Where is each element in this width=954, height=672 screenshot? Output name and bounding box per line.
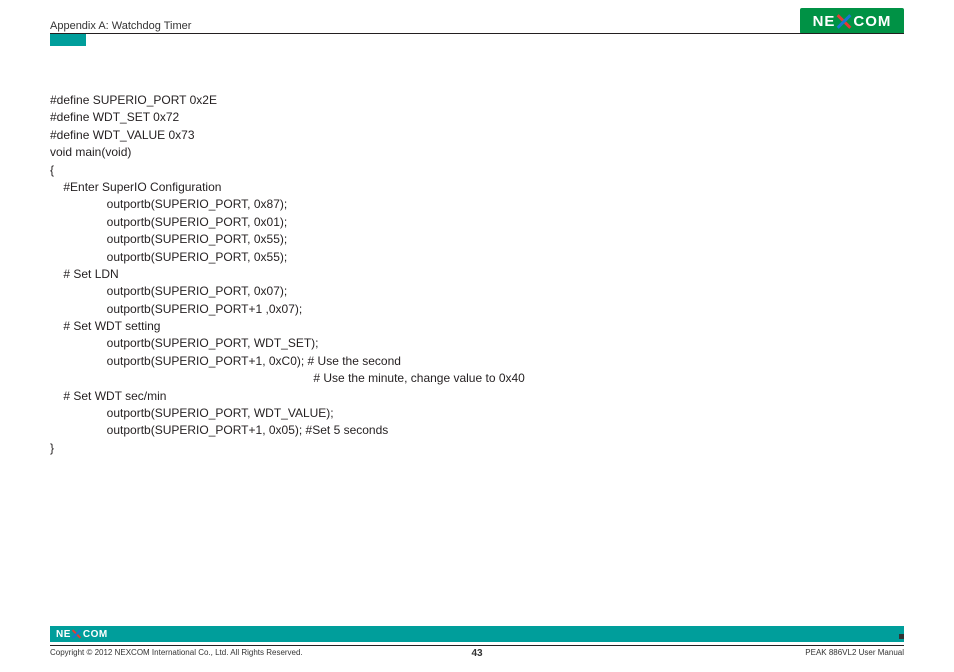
code-line: #define WDT_SET 0x72: [50, 109, 904, 126]
code-line: # Use the minute, change value to 0x40: [50, 370, 904, 387]
logo-x-icon: [836, 13, 852, 29]
logo-right: COM: [853, 13, 891, 30]
code-line: outportb(SUPERIO_PORT, 0x87);: [50, 196, 904, 213]
code-line: outportb(SUPERIO_PORT+1 ,0x07);: [50, 301, 904, 318]
code-line: #Enter SuperIO Configuration: [50, 179, 904, 196]
code-line: #define WDT_VALUE 0x73: [50, 127, 904, 144]
logo-left: NE: [813, 13, 836, 30]
code-line: void main(void): [50, 144, 904, 161]
code-line: {: [50, 162, 904, 179]
page-number: 43: [471, 648, 482, 659]
code-line: # Set WDT setting: [50, 318, 904, 335]
brand-logo: NE COM: [800, 8, 904, 34]
code-line: outportb(SUPERIO_PORT, 0x55);: [50, 249, 904, 266]
footer-rule: [50, 645, 904, 646]
code-block: #define SUPERIO_PORT 0x2E #define WDT_SE…: [50, 92, 904, 457]
footer-logo-right: COM: [83, 629, 108, 640]
footer-band: NE COM: [50, 626, 904, 642]
code-line: #define SUPERIO_PORT 0x2E: [50, 92, 904, 109]
code-line: outportb(SUPERIO_PORT, 0x01);: [50, 214, 904, 231]
header-rule: [50, 33, 904, 34]
manual-title: PEAK 886VL2 User Manual: [805, 648, 904, 657]
code-line: outportb(SUPERIO_PORT, 0x55);: [50, 231, 904, 248]
header-tab-marker: [50, 34, 86, 46]
code-line: outportb(SUPERIO_PORT+1, 0x05); #Set 5 s…: [50, 422, 904, 439]
footer-x-icon: [72, 629, 82, 639]
code-line: outportb(SUPERIO_PORT, WDT_VALUE);: [50, 405, 904, 422]
code-line: outportb(SUPERIO_PORT, 0x07);: [50, 283, 904, 300]
copyright-text: Copyright © 2012 NEXCOM International Co…: [50, 648, 303, 657]
code-line: }: [50, 440, 904, 457]
code-line: # Set LDN: [50, 266, 904, 283]
header-title: Appendix A: Watchdog Timer: [50, 20, 191, 32]
footer-square-decor: [884, 626, 904, 642]
code-line: # Set WDT sec/min: [50, 388, 904, 405]
code-line: outportb(SUPERIO_PORT, WDT_SET);: [50, 335, 904, 352]
code-line: outportb(SUPERIO_PORT+1, 0xC0); # Use th…: [50, 353, 904, 370]
footer-logo-left: NE: [56, 629, 71, 640]
